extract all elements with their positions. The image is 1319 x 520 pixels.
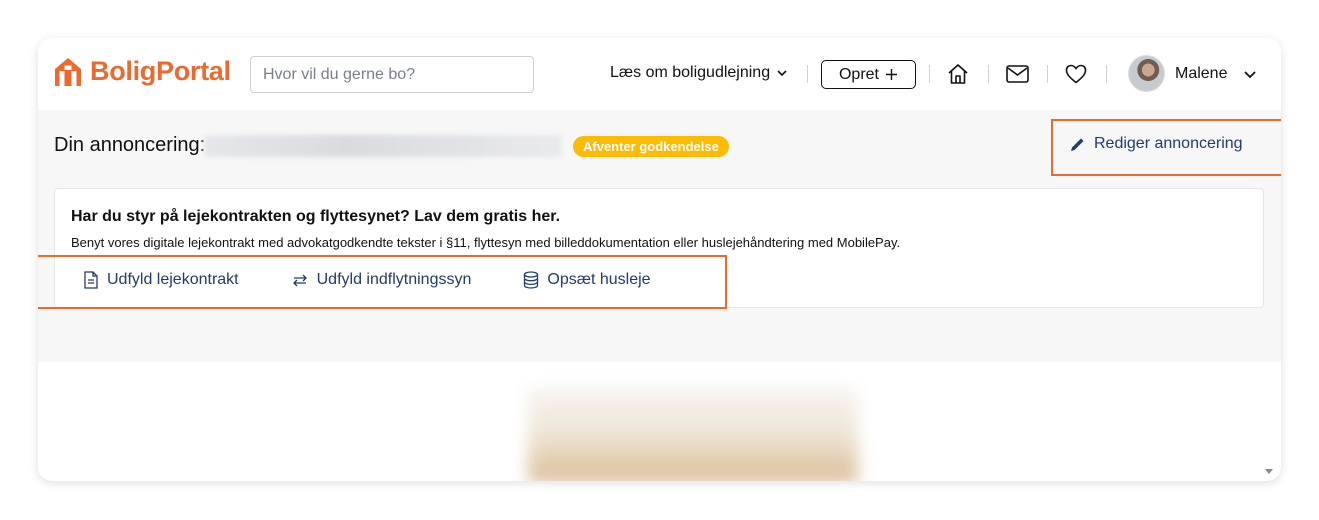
- info-text: Benyt vores digitale lejekontrakt med ad…: [71, 235, 901, 250]
- chevron-down-icon: [1244, 70, 1257, 78]
- user-name: Malene: [1175, 64, 1228, 82]
- nav-link-rental-info[interactable]: Læs om boligudlejning: [610, 64, 788, 82]
- heart-icon[interactable]: [1064, 62, 1088, 86]
- top-navbar: BoligPortal Læs om boligudlejning Opret: [38, 38, 1281, 110]
- nav-divider: [988, 65, 989, 83]
- user-menu[interactable]: Malene: [1128, 55, 1257, 92]
- listing-photo: [528, 388, 858, 481]
- nav-divider: [1047, 65, 1048, 83]
- chevron-down-icon: [777, 70, 787, 77]
- app-window: BoligPortal Læs om boligudlejning Opret: [38, 38, 1281, 481]
- mail-icon[interactable]: [1005, 62, 1029, 86]
- house-logo-icon: [55, 57, 81, 86]
- search-input[interactable]: [250, 56, 534, 93]
- create-button-label: Opret: [838, 65, 879, 83]
- nav-link-label: Læs om boligudlejning: [610, 64, 771, 81]
- logo-text: BoligPortal: [90, 56, 231, 86]
- nav-divider: [807, 65, 808, 83]
- highlight-box-edit: [1051, 119, 1281, 176]
- blurred-listing-address: [204, 135, 562, 157]
- listing-label: Din annoncering:: [54, 134, 206, 156]
- plus-icon: [886, 69, 897, 80]
- avatar: [1128, 55, 1165, 92]
- status-badge: Afventer godkendelse: [573, 136, 729, 157]
- nav-divider: [929, 65, 930, 83]
- create-button[interactable]: Opret: [821, 60, 916, 89]
- highlight-box-actions: [38, 255, 727, 309]
- info-title: Har du styr på lejekontrakten og flyttes…: [71, 208, 561, 225]
- listing-section: Din annoncering: Afventer godkendelse Re…: [38, 110, 1281, 362]
- scroll-down-arrow[interactable]: [1265, 469, 1273, 474]
- logo[interactable]: BoligPortal: [54, 56, 231, 87]
- home-icon[interactable]: [946, 62, 970, 86]
- nav-divider: [1106, 65, 1107, 83]
